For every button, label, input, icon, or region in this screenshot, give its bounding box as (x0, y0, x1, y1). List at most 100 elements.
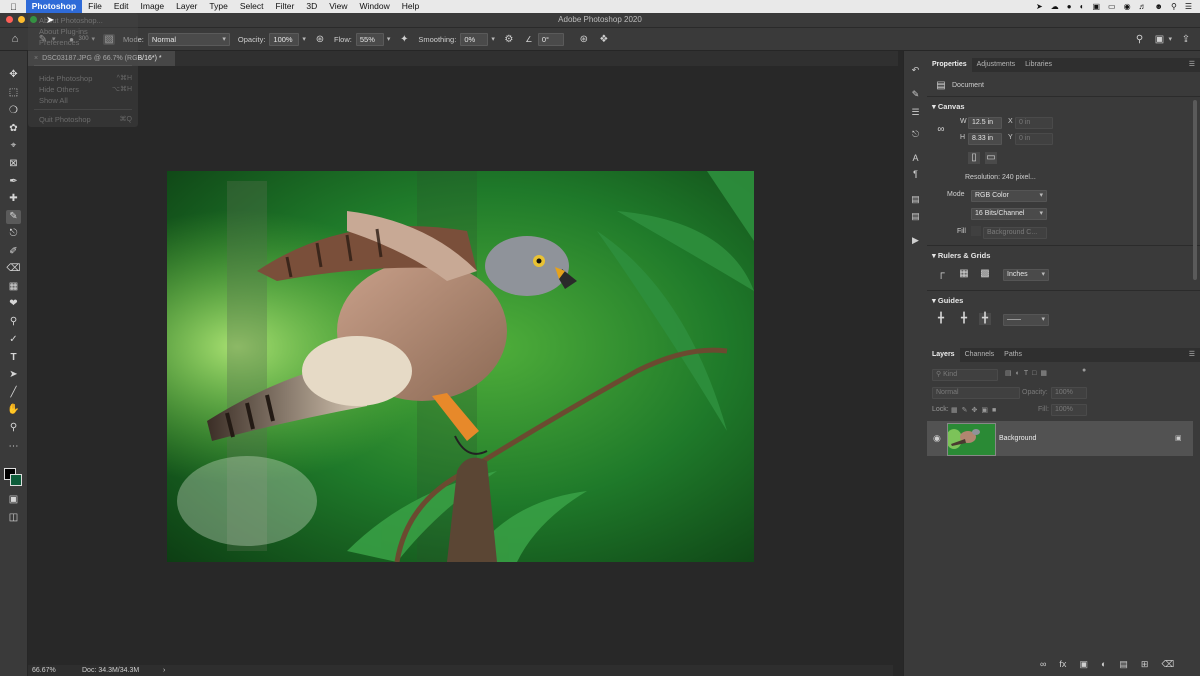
canvas-section-title[interactable]: ▾ Canvas (932, 102, 965, 111)
adjustment-layer-icon[interactable]: ◐ (1101, 659, 1106, 670)
lock-icon[interactable]: ▣ (1175, 434, 1182, 442)
tab-adjustments[interactable]: Adjustments (972, 58, 1021, 72)
chevron-down-icon[interactable]: ▾ (387, 35, 391, 43)
quick-selection-tool-icon[interactable]: ✿ (6, 122, 21, 136)
adjustments-panel-icon[interactable]: ☰ (909, 107, 922, 118)
pressure-size-icon[interactable]: ⊛ (578, 34, 590, 45)
menu-item-about-plugins[interactable]: About Plug-ins (39, 27, 88, 36)
background-color-swatch[interactable] (10, 474, 22, 486)
pixel-grid-icon[interactable]: ▩ (979, 268, 991, 280)
workspace-icon[interactable]: ▣ (1153, 34, 1165, 45)
zoom-level[interactable]: 66.67% (32, 665, 56, 676)
shield-icon[interactable]: ● (1067, 2, 1072, 11)
trash-icon[interactable]: ⌫ (1161, 659, 1174, 670)
drop-icon[interactable]: ◐ (1080, 2, 1085, 11)
add-mask-icon[interactable]: ▣ (1079, 659, 1088, 670)
mode-select[interactable]: Normal ▾ (147, 32, 230, 46)
tab-channels[interactable]: Channels (960, 348, 1000, 362)
tab-properties[interactable]: Properties (927, 58, 972, 72)
notes-panel-icon[interactable]: ▤ (909, 211, 922, 222)
fill-select[interactable]: Background C... (983, 227, 1047, 239)
menu-type[interactable]: Type (203, 0, 233, 13)
panel-scrollbar[interactable] (1193, 100, 1197, 280)
hand-tool-icon[interactable]: ✋ (6, 403, 21, 417)
share-icon[interactable]: ⇪ (1180, 34, 1192, 45)
marquee-tool-icon[interactable]: ⬚ (6, 86, 21, 100)
actions-panel-icon[interactable]: ▶ (909, 235, 922, 246)
eraser-tool-icon[interactable]: ⌫ (6, 262, 21, 276)
blur-tool-icon[interactable]: ❤ (6, 297, 21, 311)
menu-layer[interactable]: Layer (170, 0, 203, 13)
photo-canvas-hawk[interactable] (167, 171, 754, 562)
menu-item-hide-others[interactable]: Hide Others (39, 85, 79, 94)
layer-row-background[interactable]: ◉ Background ▣ (927, 421, 1193, 456)
guide-layout-icon[interactable]: ╋ (958, 313, 970, 325)
line-tool-icon[interactable]: ╱ (6, 386, 21, 400)
screen-icon[interactable]: ▣ (1092, 2, 1100, 11)
search-icon[interactable]: ⚲ (1133, 34, 1145, 45)
y-input[interactable]: 0 in (1015, 133, 1053, 145)
width-input[interactable]: 12.5 in (968, 117, 1002, 129)
more-tools-icon[interactable]: ⋯ (6, 440, 21, 454)
menu-item-quit-photoshop[interactable]: Quit Photoshop (39, 115, 91, 124)
gradient-tool-icon[interactable]: ▦ (6, 280, 21, 294)
move-tool-icon[interactable]: ✥ (6, 68, 21, 82)
menu-item-show-all[interactable]: Show All (39, 96, 68, 105)
screen-mode-icon[interactable]: ◫ (6, 511, 21, 525)
grid-icon[interactable]: ▦ (958, 268, 970, 280)
fill-swatch[interactable] (971, 226, 981, 236)
flow-input[interactable]: 55% (355, 32, 384, 46)
user-icon[interactable]: ☻ (1155, 2, 1163, 11)
guide-style-select[interactable]: —— ▾ (1003, 314, 1049, 326)
menu-item-preferences[interactable]: Preferences (39, 38, 79, 47)
filter-toggle-icon[interactable]: ● (1082, 367, 1086, 374)
menu-select[interactable]: Select (234, 0, 270, 13)
landscape-orientation-icon[interactable]: ▭ (985, 152, 997, 164)
chevron-down-icon[interactable]: ▾ (491, 35, 495, 43)
portrait-orientation-icon[interactable]: ▯ (968, 152, 980, 164)
tab-layers[interactable]: Layers (927, 348, 960, 362)
frame-tool-icon[interactable]: ⊠ (6, 157, 21, 171)
link-icon[interactable]: ∞ (935, 124, 947, 136)
layer-opacity-input[interactable]: 100% (1051, 387, 1087, 399)
color-mode-select[interactable]: RGB Color ▾ (971, 190, 1047, 202)
menu-filter[interactable]: Filter (269, 0, 300, 13)
history-brush-tool-icon[interactable]: ✐ (6, 245, 21, 259)
chevron-down-icon[interactable]: ▾ (1168, 35, 1172, 43)
smoothing-input[interactable]: 0% (460, 32, 489, 46)
smart-guides-icon[interactable]: ╋ (979, 313, 991, 325)
brush-tool-icon[interactable]: ✎ (6, 210, 21, 224)
angle-input[interactable]: 0° (537, 32, 564, 46)
airbrush-icon[interactable]: ✦ (398, 34, 410, 45)
layer-name[interactable]: Background (999, 435, 1036, 442)
guides-section-title[interactable]: ▾ Guides (932, 296, 963, 305)
pen-tool-icon[interactable]: ✓ (6, 333, 21, 347)
menu-file[interactable]: File (82, 0, 108, 13)
blend-mode-select[interactable]: Normal (932, 387, 1020, 399)
history-panel-icon[interactable]: ↶ (909, 65, 922, 76)
menu-image[interactable]: Image (135, 0, 171, 13)
eyedropper-tool-icon[interactable]: ✒ (6, 175, 21, 189)
menu-photoshop[interactable]: Photoshop (25, 0, 83, 13)
rulers-grids-section-title[interactable]: ▾ Rulers & Grids (932, 251, 990, 260)
libraries-panel-icon[interactable]: ▤ (909, 194, 922, 205)
new-layer-icon[interactable]: ⊞ (1141, 659, 1149, 670)
panel-menu-icon[interactable]: ☰ (1189, 348, 1195, 362)
cloud-icon[interactable]: ☁ (1051, 2, 1059, 11)
status-menu-arrow[interactable]: › (163, 665, 165, 676)
units-select[interactable]: Inches ▾ (1003, 269, 1049, 281)
ruler-icon[interactable]: ┌ (935, 268, 947, 280)
location-icon[interactable]: ➤ (1036, 2, 1043, 11)
x-input[interactable]: 0 in (1015, 117, 1053, 129)
menu-3d[interactable]: 3D (300, 0, 323, 13)
opacity-input[interactable]: 100% (269, 32, 300, 46)
menu-view[interactable]: View (323, 0, 353, 13)
brush-settings-panel-icon[interactable]: ✎ (909, 89, 922, 100)
path-selection-tool-icon[interactable]: ➤ (6, 368, 21, 382)
link-layers-icon[interactable]: ∞ (1040, 659, 1046, 670)
visibility-eye-icon[interactable]: ◉ (933, 433, 941, 444)
menu-edit[interactable]: Edit (108, 0, 135, 13)
quick-mask-icon[interactable]: ▣ (6, 493, 21, 507)
zoom-tool-icon[interactable]: ⚲ (6, 421, 21, 435)
volume-icon[interactable]: ♬ (1139, 2, 1147, 11)
